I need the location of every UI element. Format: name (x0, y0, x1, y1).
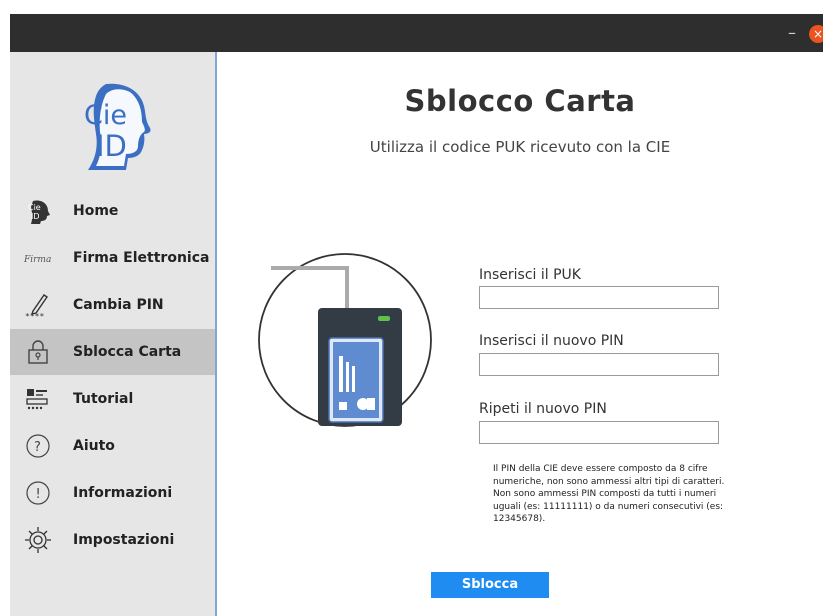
sidebar-item-impostazioni[interactable]: Impostazioni (10, 517, 215, 563)
minimize-button[interactable]: – (788, 20, 796, 46)
sidebar-item-label: Impostazioni (73, 532, 175, 548)
sidebar-item-aiuto[interactable]: ? Aiuto (10, 423, 215, 469)
sidebar: Cie ID Cie ID Home Firma Firma Elettroni… (10, 52, 217, 616)
page-title: Sblocco Carta (404, 84, 636, 118)
tutorial-icon (24, 385, 52, 413)
sidebar-item-label: Firma Elettronica (73, 250, 210, 266)
title-bar: – × (10, 14, 823, 52)
puk-label: Inserisci il PUK (479, 267, 581, 283)
logo-text-bottom: ID (96, 129, 127, 163)
padlock-icon (24, 338, 52, 366)
svg-text:Cie: Cie (28, 203, 41, 212)
page-subtitle: Utilizza il codice PUK ricevuto con la C… (369, 138, 671, 156)
puk-input[interactable] (479, 286, 719, 309)
sidebar-item-label: Aiuto (73, 438, 115, 454)
sidebar-item-informazioni[interactable]: ! Informazioni (10, 470, 215, 516)
repeat-pin-label: Ripeti il nuovo PIN (479, 401, 607, 417)
unlock-button[interactable]: Sblocca (431, 572, 549, 598)
new-pin-input[interactable] (479, 353, 719, 376)
pin-rules-note: Il PIN della CIE deve essere composto da… (493, 464, 725, 524)
svg-text:ID: ID (31, 212, 40, 221)
sidebar-item-label: Sblocca Carta (73, 344, 182, 360)
main-panel: Sblocco Carta Utilizza il codice PUK ric… (217, 52, 823, 616)
cie-id-icon: Cie ID (24, 197, 52, 225)
svg-text:****: **** (25, 312, 44, 319)
svg-text:?: ? (34, 440, 41, 455)
question-icon: ? (24, 432, 52, 460)
pencil-pin-icon: **** (24, 291, 52, 319)
card-reader-illustration (257, 252, 433, 428)
logo-text-top: Cie (84, 100, 127, 131)
sidebar-item-firma-elettronica[interactable]: Firma Firma Elettronica (10, 235, 215, 281)
sidebar-item-label: Informazioni (73, 485, 173, 501)
new-pin-label: Inserisci il nuovo PIN (479, 333, 624, 349)
sidebar-item-label: Cambia PIN (73, 297, 164, 313)
svg-text:Firma: Firma (24, 255, 51, 265)
repeat-pin-input[interactable] (479, 421, 719, 444)
sidebar-item-label: Home (73, 203, 119, 219)
gear-icon (24, 526, 52, 554)
close-button[interactable]: × (809, 25, 823, 43)
sidebar-item-sblocca-carta[interactable]: Sblocca Carta (10, 329, 215, 375)
sidebar-item-label: Tutorial (73, 391, 134, 407)
info-icon: ! (24, 479, 52, 507)
signature-icon: Firma (24, 244, 52, 272)
sidebar-item-tutorial[interactable]: Tutorial (10, 376, 215, 422)
top-margin (0, 0, 823, 14)
cie-id-logo: Cie ID (66, 80, 156, 172)
sidebar-item-home[interactable]: Cie ID Home (10, 188, 215, 234)
sidebar-item-cambia-pin[interactable]: **** Cambia PIN (10, 282, 215, 328)
svg-text:!: ! (36, 487, 41, 502)
